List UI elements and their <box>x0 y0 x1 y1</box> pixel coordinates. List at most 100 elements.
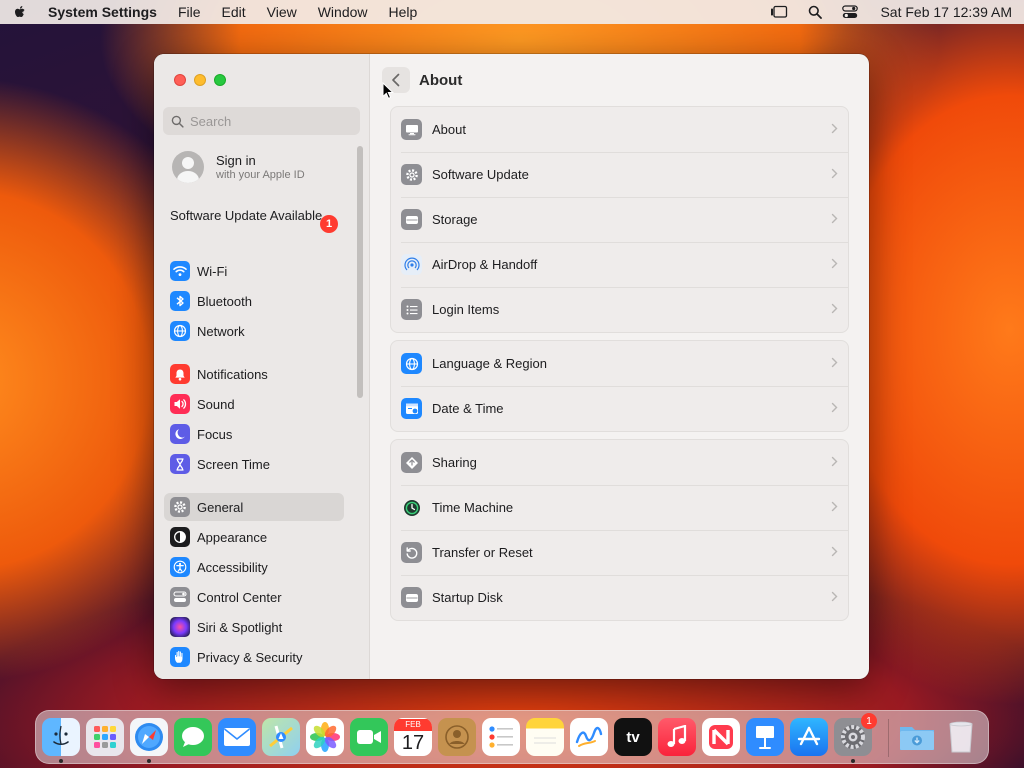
menu-file[interactable]: File <box>178 4 201 20</box>
row-label: Login Items <box>432 302 500 317</box>
sidebar-item-network[interactable]: Network <box>164 317 344 345</box>
sidebar-item-label: Network <box>197 323 245 339</box>
menu-help[interactable]: Help <box>389 4 418 20</box>
system-settings-window: Sign in with your Apple ID Software Upda… <box>154 54 869 679</box>
sidebar-item-control-center[interactable]: Control Center <box>164 583 344 611</box>
sidebar-item-accessibility[interactable]: Accessibility <box>164 553 344 581</box>
dock-finder-icon[interactable] <box>42 718 80 756</box>
row-language-region[interactable]: Language & Region <box>391 341 848 386</box>
row-about[interactable]: About <box>391 107 848 152</box>
menu-edit[interactable]: Edit <box>222 4 246 20</box>
menu-app-name[interactable]: System Settings <box>48 4 157 20</box>
calendar-day: 17 <box>401 732 425 754</box>
row-label: Transfer or Reset <box>432 545 533 560</box>
chevron-right-icon <box>831 258 838 269</box>
dock-keynote-icon[interactable] <box>746 718 784 756</box>
row-transfer-reset[interactable]: Transfer or Reset <box>391 530 848 575</box>
dock-app-store-icon[interactable] <box>790 718 828 756</box>
sidebar-item-privacy-security[interactable]: Privacy & Security <box>164 643 344 671</box>
sidebar-item-label: Sound <box>197 396 235 412</box>
sidebar-item-label: Screen Time <box>197 456 270 472</box>
row-time-machine[interactable]: Time Machine <box>391 485 848 530</box>
content-pane: About About Software Update Storage AirD… <box>370 54 869 679</box>
menu-bar: System Settings File Edit View Window He… <box>0 0 1024 24</box>
sidebar-item-siri-spotlight[interactable]: Siri & Spotlight <box>164 613 344 641</box>
sidebar-item-wifi[interactable]: Wi-Fi <box>164 257 344 285</box>
dock-maps-icon[interactable] <box>262 718 300 756</box>
menu-clock[interactable]: Sat Feb 17 12:39 AM <box>880 4 1012 20</box>
globe-icon <box>170 321 190 341</box>
sidebar-item-label: General <box>197 499 244 515</box>
row-login-items[interactable]: Login Items <box>391 287 848 332</box>
page-title: About <box>419 72 463 89</box>
dock-news-icon[interactable] <box>702 718 740 756</box>
dock-calendar-icon[interactable]: FEB 17 <box>394 718 432 756</box>
dock-notes-icon[interactable] <box>526 718 564 756</box>
apple-menu-icon[interactable] <box>12 4 28 20</box>
chevron-right-icon <box>831 456 838 467</box>
dock-music-icon[interactable] <box>658 718 696 756</box>
dock-photos-icon[interactable] <box>306 718 344 756</box>
dock-reminders-icon[interactable] <box>482 718 520 756</box>
dock-facetime-icon[interactable] <box>350 718 388 756</box>
dock-running-indicator <box>851 759 855 763</box>
stage-manager-icon[interactable] <box>770 5 788 19</box>
chevron-right-icon <box>831 402 838 413</box>
dock-downloads-folder-icon[interactable] <box>898 718 936 756</box>
control-center-icon[interactable] <box>842 5 859 19</box>
sidebar-scrollbar[interactable] <box>357 146 363 398</box>
drive-icon <box>401 209 422 230</box>
dock-messages-icon[interactable] <box>174 718 212 756</box>
menu-window[interactable]: Window <box>318 4 368 20</box>
chevron-right-icon <box>831 123 838 134</box>
dock-trash-icon[interactable] <box>942 718 980 756</box>
row-sharing[interactable]: Sharing <box>391 440 848 485</box>
airdrop-icon <box>401 254 422 275</box>
wifi-icon <box>170 261 190 281</box>
close-button[interactable] <box>174 74 186 86</box>
sidebar-item-focus[interactable]: Focus <box>164 420 344 448</box>
dock-mail-icon[interactable] <box>218 718 256 756</box>
sidebar-item-bluetooth[interactable]: Bluetooth <box>164 287 344 315</box>
sidebar: Sign in with your Apple ID Software Upda… <box>154 54 370 679</box>
spotlight-search-icon[interactable] <box>808 5 823 19</box>
row-software-update[interactable]: Software Update <box>391 152 848 197</box>
dock-safari-icon[interactable] <box>130 718 168 756</box>
search-input[interactable] <box>190 113 350 129</box>
row-startup-disk[interactable]: Startup Disk <box>391 575 848 620</box>
dock-separator <box>888 719 889 757</box>
sidebar-item-notifications[interactable]: Notifications <box>164 360 344 388</box>
sidebar-search[interactable] <box>163 107 360 135</box>
siri-icon <box>170 617 190 637</box>
accessibility-icon <box>170 557 190 577</box>
dock-contacts-icon[interactable] <box>438 718 476 756</box>
sharing-icon <box>401 452 422 473</box>
chevron-right-icon <box>831 591 838 602</box>
software-update-available[interactable]: Software Update Available <box>170 208 340 224</box>
software-update-badge: 1 <box>320 215 338 233</box>
signin-title: Sign in <box>216 153 256 168</box>
dock: FEB 17 tv 1 <box>35 710 989 764</box>
dock-freeform-icon[interactable] <box>570 718 608 756</box>
apple-id-signin[interactable]: Sign in with your Apple ID <box>172 151 305 183</box>
dock-launchpad-icon[interactable] <box>86 718 124 756</box>
minimize-button[interactable] <box>194 74 206 86</box>
row-airdrop-handoff[interactable]: AirDrop & Handoff <box>391 242 848 287</box>
dock-tv-icon[interactable]: tv <box>614 718 652 756</box>
chevron-right-icon <box>831 357 838 368</box>
sidebar-item-general[interactable]: General <box>164 493 344 521</box>
settings-group-locale: Language & Region Date & Time <box>390 340 849 432</box>
sidebar-item-screen-time[interactable]: Screen Time <box>164 450 344 478</box>
settings-group-system: About Software Update Storage AirDrop & … <box>390 106 849 333</box>
zoom-button[interactable] <box>214 74 226 86</box>
speaker-icon <box>170 394 190 414</box>
row-date-time[interactable]: Date & Time <box>391 386 848 431</box>
dock-running-indicator <box>59 759 63 763</box>
sidebar-item-sound[interactable]: Sound <box>164 390 344 418</box>
sidebar-item-label: Appearance <box>197 529 268 545</box>
row-storage[interactable]: Storage <box>391 197 848 242</box>
appearance-icon <box>170 527 190 547</box>
sidebar-item-appearance[interactable]: Appearance <box>164 523 344 551</box>
gear-icon <box>170 497 190 517</box>
menu-view[interactable]: View <box>267 4 297 20</box>
